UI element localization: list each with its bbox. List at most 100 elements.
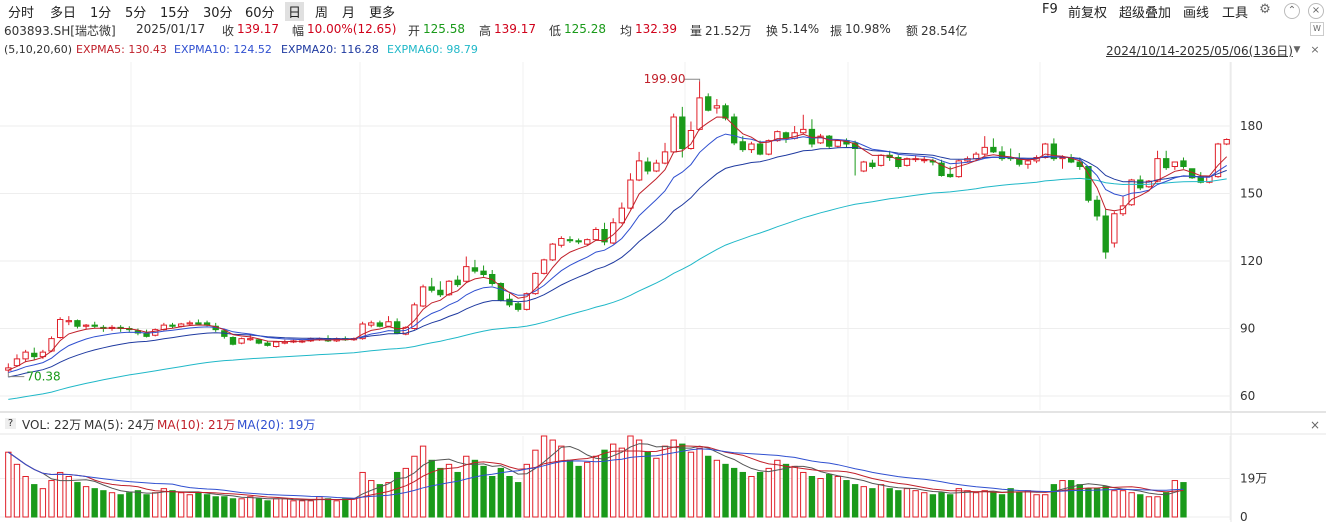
volume-bar: [1093, 488, 1101, 518]
volume-bar: [489, 476, 496, 518]
volume-bar: [566, 459, 574, 518]
volume-bar: [601, 449, 608, 518]
volume-bar: [1007, 488, 1014, 518]
volume-bar: [350, 498, 358, 518]
volume-bar: [1145, 496, 1153, 518]
candle: [860, 161, 867, 172]
price-tick-label: 150: [1240, 187, 1263, 201]
volume-bar: [247, 496, 254, 518]
candle: [756, 143, 764, 155]
volume-bar: [549, 439, 556, 518]
volume-bar: [1024, 490, 1032, 518]
volume-bar: [1059, 480, 1066, 518]
volume-bar: [39, 488, 47, 518]
candle: [255, 339, 263, 344]
candle: [65, 320, 72, 323]
volume-bar: [860, 486, 867, 518]
candle: [946, 173, 954, 178]
volume-bar: [540, 435, 548, 518]
volume-bar: [290, 500, 297, 518]
volume-bar: [376, 484, 384, 518]
volume-bar: [514, 482, 522, 518]
candle: [826, 135, 833, 147]
candle: [428, 286, 435, 291]
volume-bar: [558, 445, 565, 518]
candle: [705, 96, 712, 111]
candle: [1163, 158, 1170, 169]
volume-bar: [782, 463, 790, 518]
candle: [618, 207, 625, 224]
volume-bar: [877, 484, 885, 518]
stock-chart[interactable]: 60 90 120 150 180 199.90 70.38 19万 0: [0, 0, 1326, 522]
volume-bar: [532, 449, 539, 518]
candle: [739, 141, 746, 151]
price-tick-label: 120: [1240, 254, 1263, 268]
volume-bar: [575, 465, 582, 518]
volume-bar: [1033, 494, 1040, 518]
candle: [13, 358, 21, 367]
candle: [627, 179, 634, 209]
volume-bar: [143, 494, 150, 518]
volume-bar: [238, 498, 245, 518]
volume-bar: [895, 490, 902, 518]
price-tick-label: 60: [1240, 389, 1255, 403]
candle: [748, 143, 755, 151]
volume-bar: [74, 482, 81, 518]
volume-bar: [31, 484, 38, 518]
volume-bar: [428, 459, 435, 518]
volume-bar: [229, 498, 237, 518]
volume-bar: [212, 496, 219, 518]
volume-bar: [385, 482, 392, 518]
candle: [696, 97, 703, 130]
candle: [514, 303, 522, 310]
candle: [471, 267, 479, 272]
volume-tick-label: 19万: [1240, 472, 1267, 486]
candle: [670, 116, 677, 153]
volume-bar: [687, 451, 695, 518]
volume-bar: [808, 476, 816, 518]
candle: [584, 239, 591, 245]
volume-bar: [774, 459, 781, 518]
candle: [186, 322, 193, 325]
volume-bar: [91, 488, 98, 518]
candle: [972, 153, 980, 160]
volume-bar: [1163, 492, 1170, 518]
candle: [74, 320, 81, 327]
volume-bar: [186, 494, 193, 518]
volume-bar: [152, 492, 159, 518]
candle: [419, 286, 427, 307]
volume-bar: [756, 471, 764, 518]
volume-bar: [730, 467, 738, 518]
volume-bar: [117, 494, 124, 518]
volume-bar: [1137, 494, 1144, 518]
candle: [869, 162, 876, 167]
volume-bar: [713, 459, 721, 518]
volume-bar: [584, 461, 591, 518]
volume-bar: [368, 480, 375, 518]
volume-bar: [497, 467, 505, 518]
candle: [1154, 158, 1161, 182]
volume-bar: [800, 471, 807, 518]
candle: [376, 322, 384, 327]
candle: [82, 324, 90, 327]
candle: [558, 238, 565, 246]
volume-bar: [998, 494, 1006, 518]
candle: [635, 160, 643, 181]
candle: [566, 239, 574, 242]
volume-bar: [912, 490, 919, 518]
candle: [877, 154, 885, 166]
volume-bar: [160, 488, 168, 518]
candle: [990, 146, 997, 153]
volume-bar: [851, 484, 859, 518]
volume-bar: [644, 451, 651, 518]
volume-bar: [342, 498, 349, 518]
volume-bar: [946, 494, 954, 518]
volume-bar: [929, 494, 937, 518]
candle: [713, 105, 721, 109]
candle: [437, 289, 444, 296]
volume-bar: [48, 480, 55, 518]
volume-bar: [1119, 490, 1127, 518]
volume-bar: [1067, 480, 1075, 518]
volume-bar: [1102, 486, 1109, 518]
volume-bar: [454, 471, 461, 518]
